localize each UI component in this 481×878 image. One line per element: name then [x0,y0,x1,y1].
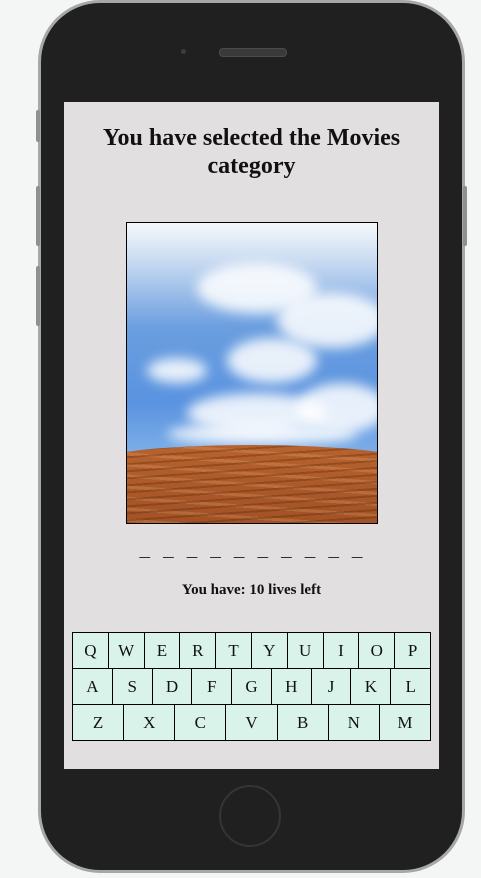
front-camera-icon [181,49,186,54]
key-f[interactable]: F [191,668,233,705]
key-j[interactable]: J [310,668,352,705]
key-n[interactable]: N [327,704,380,741]
key-i[interactable]: I [322,632,360,669]
volume-down-button [36,266,40,326]
key-z[interactable]: Z [72,704,125,741]
keyboard-row-1: Q W E R T Y U I O P [72,632,431,669]
hidden-word: _ _ _ _ _ _ _ _ _ _ [139,542,364,562]
wooden-ground [127,445,377,523]
key-r[interactable]: R [179,632,217,669]
key-u[interactable]: U [286,632,324,669]
key-m[interactable]: M [378,704,431,741]
lives-counter: You have: 10 lives left [181,582,322,598]
key-e[interactable]: E [143,632,181,669]
key-g[interactable]: G [231,668,272,705]
key-k[interactable]: K [350,668,392,705]
cloud [147,358,207,383]
key-l[interactable]: L [390,668,432,705]
home-button[interactable] [219,785,281,847]
hangman-image [126,222,378,524]
key-a[interactable]: A [72,668,113,705]
cloud [227,338,317,383]
cloud [167,423,357,445]
keyboard-row-3: Z X C V B N M [72,704,431,741]
key-p[interactable]: P [394,632,431,669]
key-w[interactable]: W [107,632,145,669]
letter-keyboard: Q W E R T Y U I O P A S D F G H J K L Z … [72,632,432,741]
key-y[interactable]: Y [250,632,288,669]
keyboard-row-2: A S D F G H J K L [72,668,432,705]
key-h[interactable]: H [270,668,312,705]
key-q[interactable]: Q [72,632,109,669]
key-o[interactable]: O [358,632,396,669]
game-screen: You have selected the Movies category _ … [64,102,439,769]
key-b[interactable]: B [276,704,329,741]
key-s[interactable]: S [111,668,153,705]
speaker-grille [219,48,287,57]
category-title: You have selected the Movies category [102,125,401,179]
power-button [463,186,467,246]
volume-up-button [36,186,40,246]
key-d[interactable]: D [151,668,193,705]
key-t[interactable]: T [215,632,252,669]
silent-switch [36,110,40,142]
key-v[interactable]: V [225,704,278,741]
key-x[interactable]: X [123,704,176,741]
key-c[interactable]: C [174,704,227,741]
